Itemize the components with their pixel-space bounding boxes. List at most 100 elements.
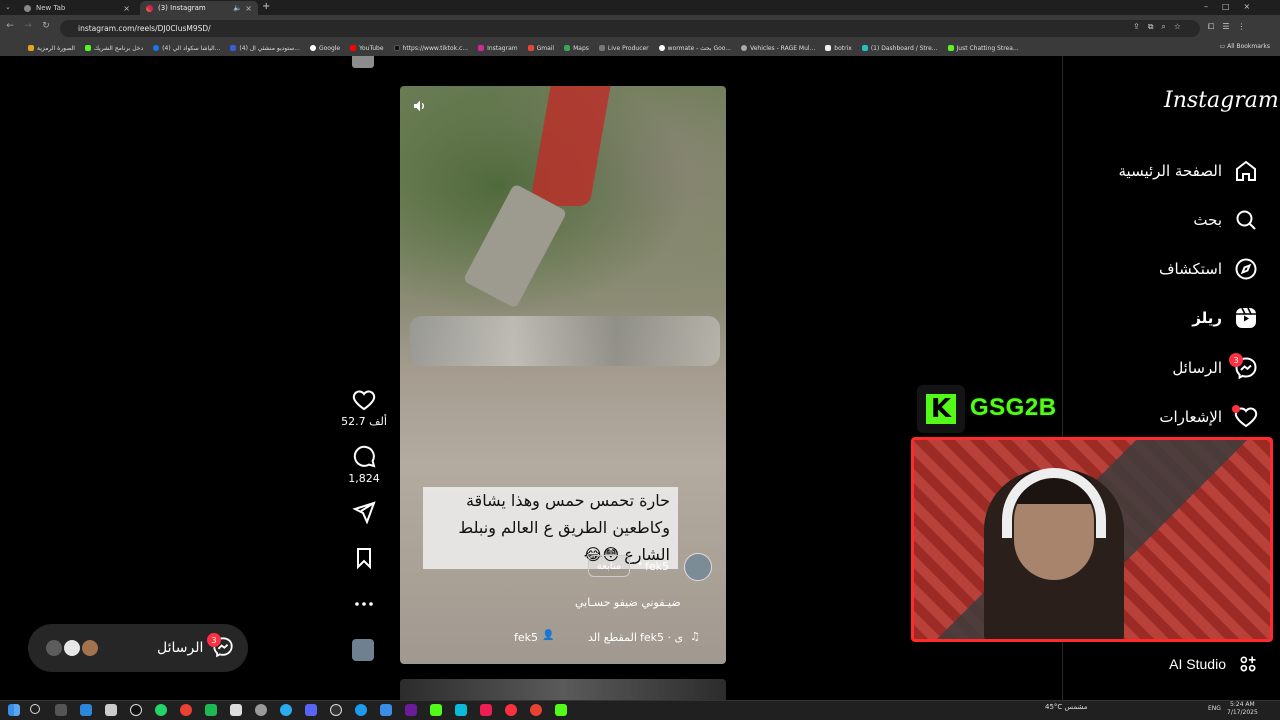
url-text: instagram.com/reels/DJ0ClusM9SD/ (78, 24, 211, 33)
sidebar-item-explore[interactable]: استكشاف (1159, 255, 1258, 283)
new-tab-button[interactable]: + (262, 1, 270, 12)
address-bar-actions[interactable]: ⇪⧉⌕☆ (1133, 22, 1189, 32)
app-icon[interactable] (380, 704, 392, 716)
bookmark-item[interactable]: wormate - بحث Goo... (658, 45, 731, 52)
like-icon[interactable] (352, 388, 376, 412)
video-frame-rubble (410, 316, 720, 366)
dashboard-icon (861, 45, 868, 51)
original-audio-label[interactable]: المقطع الد (588, 631, 637, 644)
app-icon[interactable] (205, 704, 217, 716)
bookmark-item[interactable]: الصورة الرمزية (28, 45, 75, 52)
bookmark-item[interactable]: https://www.tiktok.c... (393, 45, 468, 52)
discord-icon[interactable] (305, 704, 317, 716)
clock[interactable]: 5:24 AM 7/17/2025 (1227, 701, 1258, 717)
tab-title: (3) Instagram (158, 4, 206, 12)
premiere-icon[interactable] (405, 704, 417, 716)
reel-description[interactable]: ضيـفوني ضيفو حسـابي (575, 596, 681, 609)
bookmark-item[interactable]: (1) Dashboard / Stre... (861, 45, 938, 52)
date: 7/17/2025 (1227, 709, 1258, 716)
audio-name[interactable]: fek5 · ى (640, 631, 683, 644)
sidebar-item-notifications[interactable]: الإشعارات (1159, 403, 1258, 431)
start-icon[interactable] (8, 704, 20, 716)
search-icon[interactable] (30, 704, 40, 714)
app-icon[interactable] (80, 704, 92, 716)
kick-icon[interactable] (555, 704, 567, 716)
all-bookmarks-button[interactable]: ▭ All Bookmarks (1220, 43, 1270, 50)
app-icon[interactable] (355, 704, 367, 716)
app-icon[interactable] (455, 704, 467, 716)
follow-button[interactable]: متابعة (588, 555, 630, 577)
instagram-logo[interactable]: Instagram (1164, 88, 1279, 113)
mute-tab-icon[interactable]: 🔈 (233, 4, 242, 12)
weather-widget[interactable]: 45°C مشمس (1045, 703, 1088, 711)
close-tab-icon[interactable]: × (123, 4, 130, 13)
extensions-icon[interactable]: ⧠☰⋮ (1208, 22, 1254, 32)
audio-thumbnail[interactable] (352, 639, 374, 661)
sound-icon[interactable] (412, 98, 430, 116)
bookmark-icon (28, 45, 34, 51)
tab-instagram[interactable]: (3) Instagram 🔈 × (140, 1, 258, 15)
tagged-user-icon: 👤 (542, 630, 555, 641)
more-options-icon[interactable] (352, 592, 376, 616)
reload-icon[interactable]: ↻ (40, 21, 52, 31)
bookmark-item[interactable]: (4) الياشا سكواد الي... (153, 45, 220, 52)
app-icon[interactable] (255, 704, 267, 716)
bookmark-item[interactable]: Maps (564, 45, 589, 52)
bookmark-item[interactable]: Google (309, 45, 340, 52)
app-icon[interactable] (130, 704, 142, 716)
forward-icon[interactable]: → (22, 21, 34, 31)
bookmark-item[interactable]: Just Chatting Strea... (947, 45, 1019, 52)
whatsapp-icon[interactable] (155, 704, 167, 716)
bookmark-item[interactable]: Instagram (478, 45, 518, 52)
sidebar-item-reels[interactable]: ريلز (1192, 304, 1258, 332)
bookmark-item[interactable]: (4) ستوديو منشئي ال... (230, 45, 300, 52)
google-icon (658, 45, 665, 51)
share-icon[interactable] (352, 500, 376, 525)
sidebar-item-home[interactable]: الصفحة الرئيسية (1119, 157, 1259, 185)
reel-video[interactable] (400, 86, 726, 664)
bookmark-item[interactable]: Live Producer (598, 45, 649, 52)
author-name[interactable]: fek5 (645, 560, 669, 573)
bookmark-item[interactable]: botrix (825, 45, 852, 52)
kick-icon[interactable] (430, 704, 442, 716)
bookmark-item[interactable]: Vehicles - RAGE Mul... (741, 45, 815, 52)
messages-pill-badge: 3 (207, 633, 221, 647)
app-icon[interactable] (105, 704, 117, 716)
task-view-icon[interactable] (55, 704, 67, 716)
tab-search-icon[interactable]: ⌄ (5, 3, 11, 11)
author-avatar[interactable] (684, 553, 712, 581)
language-indicator[interactable]: ENG (1208, 705, 1221, 712)
bookmark-item[interactable]: YouTube (350, 45, 384, 52)
time: 5:24 AM (1230, 701, 1255, 708)
sidebar-item-search[interactable]: بحث (1193, 206, 1258, 234)
chrome-icon[interactable] (180, 704, 192, 716)
back-icon[interactable]: ← (4, 21, 16, 31)
address-bar[interactable]: instagram.com/reels/DJ0ClusM9SD/ (60, 20, 1200, 37)
previous-reel-avatar[interactable] (352, 56, 374, 68)
tagged-user[interactable]: fek5 (514, 631, 538, 644)
app-icon[interactable] (505, 704, 517, 716)
tiktok-icon (393, 45, 400, 51)
comment-icon[interactable] (352, 444, 376, 468)
telegram-icon[interactable] (280, 704, 292, 716)
window-controls[interactable]: –□× (1204, 2, 1264, 11)
next-reel-preview[interactable] (400, 679, 726, 700)
avatar (80, 638, 100, 658)
obs-icon[interactable] (330, 704, 342, 716)
bookmark-item[interactable]: Gmail (527, 45, 554, 52)
music-note-icon: ♫ (690, 630, 700, 643)
tab-new-tab[interactable]: New Tab × (18, 1, 136, 15)
app-icon[interactable] (230, 704, 242, 716)
tiktok-icon[interactable] (480, 704, 492, 716)
webcam-overlay (911, 437, 1273, 642)
bookmark-item[interactable]: دخل برنامج الشريك (84, 45, 143, 52)
tab-bar: ⌄ New Tab × (3) Instagram 🔈 × + –□× (0, 0, 1280, 15)
save-icon[interactable] (352, 546, 376, 570)
sidebar-item-messages[interactable]: الرسائل (1172, 354, 1258, 382)
chrome-icon[interactable] (530, 704, 542, 716)
sidebar-item-label: الرسائل (1172, 359, 1222, 377)
sidebar-item-ai-studio[interactable]: AI Studio (1169, 650, 1258, 678)
instagram-favicon-icon (146, 4, 153, 12)
meta-icon (230, 45, 237, 51)
close-tab-icon[interactable]: × (245, 4, 252, 13)
